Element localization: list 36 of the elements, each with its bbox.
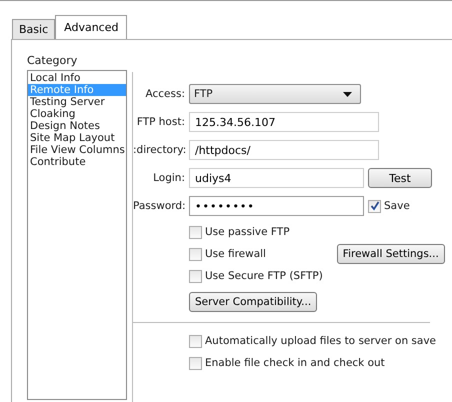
checkbox[interactable]	[189, 356, 202, 370]
checkbox[interactable]	[189, 334, 202, 348]
login-label: Login:	[152, 172, 185, 184]
checkbox[interactable]	[189, 270, 202, 282]
login-field[interactable]: udiys4	[189, 168, 364, 188]
access-dropdown[interactable]: FTP	[189, 84, 361, 104]
test-button[interactable]: Test	[368, 168, 432, 188]
tab[interactable]: Basic	[12, 19, 56, 39]
checkbox[interactable]	[189, 248, 202, 260]
category-item[interactable]: Local Info	[28, 72, 126, 84]
firewall-settings-button[interactable]: Firewall Settings...	[336, 244, 445, 264]
category-item[interactable]: Contribute	[28, 156, 126, 168]
category-item[interactable]: Testing Server	[28, 96, 126, 108]
category-item[interactable]: Cloaking	[28, 108, 126, 120]
password-field[interactable]: ••••••••	[189, 196, 364, 216]
checkbox-label: Automatically upload files to server on save	[205, 335, 436, 347]
password-label: Password:	[133, 200, 185, 212]
dropdown-arrow-icon	[343, 92, 352, 96]
checkbox-label: Use firewall	[205, 248, 266, 260]
checkbox-label: Use Secure FTP (SFTP)	[205, 270, 323, 282]
directory-label: :directory:	[133, 144, 185, 156]
ftp-host-label: FTP host:	[136, 116, 185, 128]
server-compatibility-button[interactable]: Server Compatibility...	[189, 292, 318, 312]
directory-field[interactable]: /httpdocs/	[189, 140, 379, 160]
checkbox-label: Use passive FTP	[205, 226, 290, 238]
category-label: Category	[27, 54, 78, 67]
save-checkbox[interactable]	[368, 200, 381, 212]
category-item[interactable]: Site Map Layout	[28, 132, 126, 144]
category-item[interactable]: File View Columns	[28, 144, 126, 156]
access-label: Access:	[144, 88, 185, 100]
checkbox[interactable]	[189, 226, 202, 238]
ftp-host-field[interactable]: 125.34.56.107	[189, 112, 379, 132]
tab[interactable]: Advanced	[55, 15, 128, 39]
checkbox-label: Enable file check in and check out	[205, 357, 385, 369]
save-label: Save	[384, 200, 410, 212]
category-item[interactable]: Design Notes	[28, 120, 126, 132]
